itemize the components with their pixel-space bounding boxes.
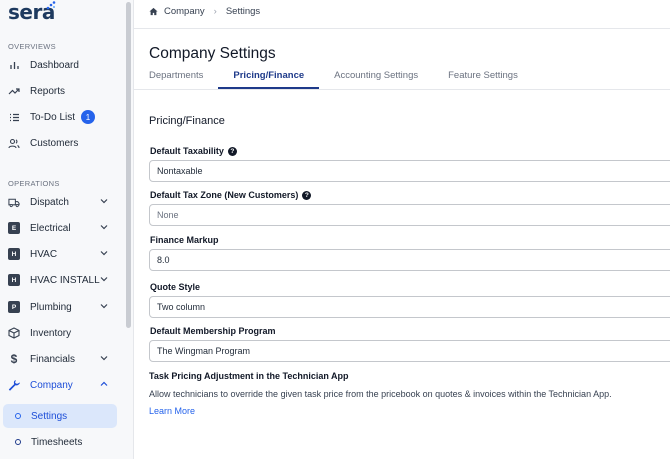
sidebar-item-hvac-install[interactable]: H HVAC INSTALL [0, 268, 126, 292]
sidebar-item-label: Inventory [30, 327, 72, 339]
taxzone-select[interactable]: None [149, 204, 670, 226]
sidebar-item-todo[interactable]: To-Do List 1 [0, 105, 126, 129]
help-icon[interactable]: ? [302, 190, 312, 200]
sidebar-subitem-label: Settings [31, 410, 68, 422]
sidebar-item-label: Financials [30, 353, 76, 365]
sidebar-item-label: Customers [30, 137, 79, 149]
sidebar-subitem-label: Timesheets [31, 436, 83, 448]
wrench-icon [8, 379, 20, 391]
sidebar-scrollbar[interactable] [126, 2, 131, 328]
taxzone-label-text: Default Tax Zone (New Customers) [150, 190, 299, 200]
page-title: Company Settings [149, 45, 276, 62]
chevron-up-icon [100, 381, 108, 386]
divider [134, 28, 670, 29]
breadcrumb: Company › Settings [149, 4, 260, 18]
sidebar-item-label: Company [30, 379, 73, 391]
breadcrumb-company[interactable]: Company [164, 6, 205, 17]
sidebar-item-electrical[interactable]: E Electrical [0, 216, 126, 240]
users-icon [8, 137, 20, 149]
trend-icon [8, 85, 20, 97]
sidebar-item-inventory[interactable]: Inventory [0, 321, 126, 345]
divider [134, 89, 670, 90]
finance-markup-input[interactable]: 8.0 [149, 249, 670, 271]
main-content: Company › Settings Company Settings Depa… [134, 0, 670, 459]
membership-select[interactable]: The Wingman Program [149, 340, 670, 362]
dollar-icon: $ [10, 352, 18, 366]
membership-label: Default Membership Program [150, 326, 276, 336]
adjustment-description: Allow technicians to override the given … [149, 389, 612, 399]
brand-logo[interactable]: sera [8, 1, 56, 24]
letter-badge-icon: P [8, 301, 20, 313]
sidebar-item-hvac[interactable]: H HVAC [0, 242, 126, 266]
chevron-right-icon: › [213, 5, 217, 17]
tab-feature-settings[interactable]: Feature Settings [448, 70, 518, 88]
sidebar-item-reports[interactable]: Reports [0, 79, 126, 103]
breadcrumb-settings: Settings [225, 5, 261, 17]
tab-pricing-finance[interactable]: Pricing/Finance [218, 70, 319, 89]
tab-bar: Departments Pricing/Finance Accounting S… [149, 70, 518, 89]
section-label-overviews: OVERVIEWS [8, 42, 56, 51]
sidebar-subitem-timesheets[interactable]: Timesheets [3, 430, 117, 454]
chevron-down-icon [100, 225, 108, 230]
sidebar-item-label: HVAC [30, 248, 58, 260]
tab-accounting-settings[interactable]: Accounting Settings [334, 70, 418, 88]
chevron-down-icon [100, 356, 108, 361]
taxability-select[interactable]: Nontaxable [149, 160, 670, 182]
sidebar-item-customers[interactable]: Customers [0, 131, 126, 155]
sidebar-subitem-settings[interactable]: Settings [3, 404, 117, 428]
markup-label: Finance Markup [150, 235, 219, 245]
logo-dots-icon [46, 1, 56, 10]
chevron-down-icon [100, 304, 108, 309]
sidebar-item-label: Dashboard [30, 59, 79, 71]
sidebar-item-financials[interactable]: $ Financials [0, 347, 126, 371]
box-icon [8, 327, 20, 339]
truck-icon [8, 196, 20, 208]
quote-style-label: Quote Style [150, 282, 201, 292]
circle-icon [15, 413, 21, 419]
letter-badge-icon: H [8, 274, 20, 286]
taxability-label-text: Default Taxability [150, 146, 224, 156]
sidebar-item-label: Plumbing [30, 301, 72, 313]
sidebar-item-label: Dispatch [30, 196, 69, 208]
sidebar-item-plumbing[interactable]: P Plumbing [0, 295, 126, 319]
list-icon [8, 111, 20, 123]
section-title: Pricing/Finance [149, 115, 225, 127]
section-label-operations: OPERATIONS [8, 179, 60, 188]
sidebar-item-company[interactable]: Company [0, 373, 126, 397]
tab-departments[interactable]: Departments [149, 70, 203, 88]
adjustment-title: Task Pricing Adjustment in the Technicia… [149, 371, 349, 381]
chevron-down-icon [100, 251, 108, 256]
sidebar-item-label: HVAC INSTALL [30, 274, 100, 286]
home-icon[interactable] [149, 7, 158, 16]
circle-icon [15, 439, 21, 445]
letter-badge-icon: H [8, 248, 20, 260]
todo-count-badge: 1 [81, 110, 96, 124]
sidebar-item-dashboard[interactable]: Dashboard [0, 53, 126, 77]
bar-chart-icon [8, 59, 20, 71]
sidebar-item-label: Electrical [30, 222, 71, 234]
letter-badge-icon: E [8, 222, 20, 234]
help-icon[interactable]: ? [227, 146, 237, 156]
sidebar: sera OVERVIEWS Dashboard Reports To-Do L… [0, 0, 134, 459]
taxzone-label: Default Tax Zone (New Customers) ? [150, 190, 312, 200]
chevron-down-icon [100, 199, 108, 204]
sidebar-item-dispatch[interactable]: Dispatch [0, 190, 126, 214]
sidebar-item-label: Reports [30, 85, 66, 97]
taxability-label: Default Taxability ? [150, 146, 237, 156]
learn-more-link[interactable]: Learn More [149, 406, 195, 416]
sidebar-item-label: To-Do List [30, 111, 76, 123]
quote-style-select[interactable]: Two column [149, 296, 670, 318]
chevron-down-icon [100, 277, 108, 282]
